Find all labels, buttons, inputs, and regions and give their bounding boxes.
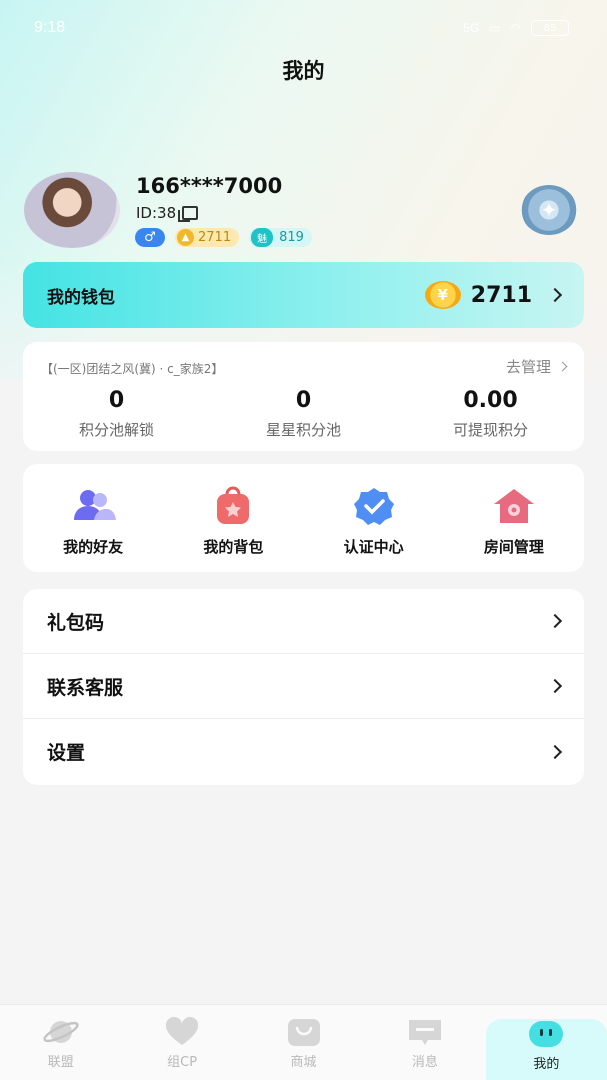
tab-messages[interactable]: 消息 <box>364 1017 485 1080</box>
quick-action-backpack[interactable]: 我的背包 <box>163 464 303 572</box>
page-title: 我的 <box>282 59 325 83</box>
stat-value: 0 <box>295 388 312 413</box>
status-time: 9:18 <box>34 19 66 36</box>
menu-item-label: 设置 <box>47 742 86 764</box>
tab-label: 消息 <box>411 1055 438 1070</box>
chevron-right-icon <box>547 744 563 759</box>
charm-badge: 魅 819 <box>249 228 312 247</box>
wallet-label: 我的钱包 <box>47 287 115 308</box>
tab-alliance[interactable]: 联盟 <box>0 1017 121 1080</box>
quick-action-label: 房间管理 <box>483 538 544 556</box>
shop-bag-icon <box>287 1019 320 1046</box>
quick-actions-card: 我的好友 我的背包 认证中心 房间管理 <box>23 464 584 572</box>
tab-label: 我的 <box>533 1057 560 1072</box>
chevron-right-icon <box>547 613 563 629</box>
avatar[interactable] <box>24 172 120 248</box>
wallet-amount: 2711 <box>470 282 532 308</box>
quick-action-room[interactable]: 房间管理 <box>444 464 584 572</box>
planet-icon <box>43 1021 79 1043</box>
stats-columns: 0 积分池解锁 0 星星积分池 0.00 可提现积分 <box>23 388 584 440</box>
stat-value: 0.00 <box>463 388 518 413</box>
battery-icon: 85 <box>531 20 569 36</box>
stat-item[interactable]: 0 积分池解锁 <box>23 388 210 440</box>
coin-badge: ▲ 2711 <box>175 228 240 247</box>
copy-icon[interactable] <box>178 206 199 222</box>
tab-label: 组CP <box>167 1055 198 1070</box>
manage-label: 去管理 <box>505 358 551 376</box>
quick-action-label: 认证中心 <box>343 538 404 556</box>
chevron-right-icon <box>547 678 563 694</box>
verify-icon <box>353 488 394 525</box>
menu-item-label: 礼包码 <box>47 611 105 634</box>
family-info: 【(一区)团结之风(冀) · c_家族2】 <box>41 362 224 376</box>
signal-icon: 5G <box>463 21 480 35</box>
coin-badge-value: 2711 <box>198 230 232 245</box>
manage-link[interactable]: 去管理 <box>505 356 568 377</box>
stat-item[interactable]: 0 星星积分池 <box>210 388 397 440</box>
username: 166****7000 <box>136 174 283 198</box>
level-emblem-icon[interactable] <box>521 185 577 235</box>
settings-menu: 礼包码 联系客服 设置 <box>23 589 584 785</box>
menu-item-label: 联系客服 <box>47 676 124 699</box>
stat-value: 0 <box>108 388 125 413</box>
chevron-right-icon <box>547 287 563 303</box>
coin-icon: ▲ <box>177 229 194 246</box>
room-icon <box>493 489 534 523</box>
chevron-right-icon <box>557 361 568 372</box>
menu-item-settings[interactable]: 设置 <box>23 719 584 784</box>
tab-label: 联盟 <box>47 1055 74 1070</box>
sim-icon: ▭ <box>489 21 501 35</box>
friends-icon <box>74 490 117 520</box>
stat-label: 星星积分池 <box>265 421 341 439</box>
quick-action-verify[interactable]: 认证中心 <box>304 464 444 572</box>
status-bar: 9:18 5G ▭ ◠ 85 <box>0 0 607 56</box>
stat-label: 积分池解锁 <box>78 421 154 439</box>
stats-card: 【(一区)团结之风(冀) · c_家族2】 去管理 0 积分池解锁 0 星星积分… <box>23 342 584 451</box>
menu-item-gift-code[interactable]: 礼包码 <box>23 589 584 654</box>
user-id-text: ID:38 <box>136 204 177 222</box>
face-icon <box>529 1021 564 1047</box>
gold-coin-icon: ¥ <box>424 281 461 309</box>
bottom-tab-bar: 联盟 组CP 商城 消息 我的 <box>0 1004 607 1080</box>
message-icon <box>408 1020 441 1045</box>
gender-badge: ♂ <box>135 228 165 247</box>
tab-mine[interactable]: 我的 <box>485 1019 607 1080</box>
quick-action-friends[interactable]: 我的好友 <box>23 464 163 572</box>
wifi-icon: ◠ <box>510 21 521 35</box>
menu-item-customer-service[interactable]: 联系客服 <box>23 654 584 719</box>
heart-icon <box>166 1017 199 1045</box>
stat-item[interactable]: 0.00 可提现积分 <box>397 388 584 440</box>
backpack-icon <box>217 486 250 524</box>
user-id: ID:38 <box>136 204 199 222</box>
tab-cp[interactable]: 组CP <box>121 1017 242 1080</box>
quick-action-label: 我的背包 <box>203 538 264 556</box>
charm-badge-value: 819 <box>279 230 304 245</box>
wallet-card[interactable]: 我的钱包 ¥ 2711 <box>23 262 584 328</box>
stat-label: 可提现积分 <box>452 421 528 439</box>
user-badges: ♂ ▲ 2711 魅 819 <box>135 228 312 247</box>
status-icons: 5G ▭ ◠ 85 <box>463 20 569 36</box>
quick-action-label: 我的好友 <box>63 538 124 556</box>
tab-shop[interactable]: 商城 <box>243 1017 364 1080</box>
charm-icon: 魅 <box>251 228 274 247</box>
tab-label: 商城 <box>290 1055 317 1070</box>
